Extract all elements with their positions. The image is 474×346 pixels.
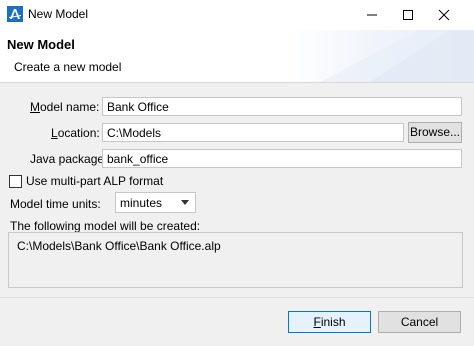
finish-button[interactable]: Finish	[288, 311, 371, 333]
chevron-down-icon	[181, 200, 189, 205]
result-path: C:\Models\Bank Office\Bank Office.alp	[17, 239, 221, 253]
window-title: New Model	[28, 7, 89, 21]
time-units-value: minutes	[120, 196, 163, 210]
browse-button[interactable]: Browse...	[408, 122, 462, 143]
result-label: The following model will be created:	[10, 219, 201, 233]
time-units-label: Model time units:	[10, 197, 101, 211]
title-bar: New Model	[0, 0, 474, 30]
banner-decoration	[320, 30, 474, 82]
minimize-icon	[367, 14, 377, 16]
banner-title: New Model	[7, 37, 75, 52]
close-button[interactable]	[426, 0, 462, 30]
location-input[interactable]: C:\Models	[102, 123, 404, 142]
close-icon	[438, 9, 450, 21]
model-name-label: Model name:	[30, 100, 100, 114]
anylogic-logo-icon	[7, 6, 23, 22]
maximize-button[interactable]	[390, 0, 426, 30]
cancel-button[interactable]: Cancel	[378, 311, 461, 333]
minimize-button[interactable]	[354, 0, 390, 30]
banner-description: Create a new model	[14, 60, 122, 74]
model-name-input[interactable]: Bank Office	[102, 97, 462, 116]
multipart-label[interactable]: Use multi-part ALP format	[26, 174, 163, 188]
java-package-label: Java package:	[30, 152, 108, 166]
time-units-select[interactable]: minutes	[115, 192, 196, 213]
multipart-checkbox[interactable]	[9, 175, 22, 188]
maximize-icon	[403, 10, 413, 20]
java-package-input[interactable]: bank_office	[102, 149, 462, 168]
result-path-box: C:\Models\Bank Office\Bank Office.alp	[8, 232, 463, 288]
wizard-banner: New Model Create a new model	[0, 30, 474, 82]
location-label: Location:	[51, 126, 100, 140]
